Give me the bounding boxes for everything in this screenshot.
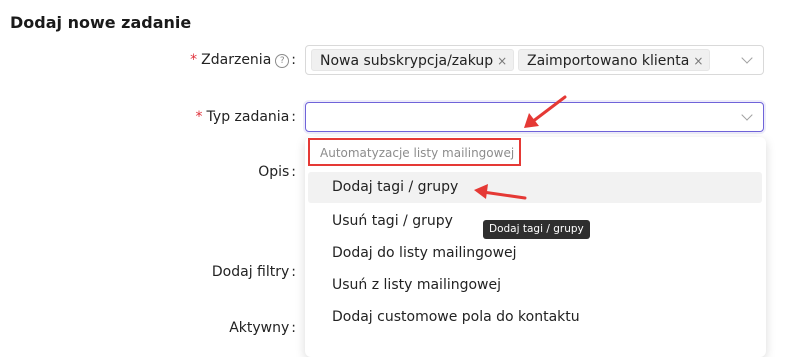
- arrow-icon: [474, 184, 527, 200]
- arrow-icon: [524, 95, 567, 128]
- annotation-arrows: [474, 95, 567, 200]
